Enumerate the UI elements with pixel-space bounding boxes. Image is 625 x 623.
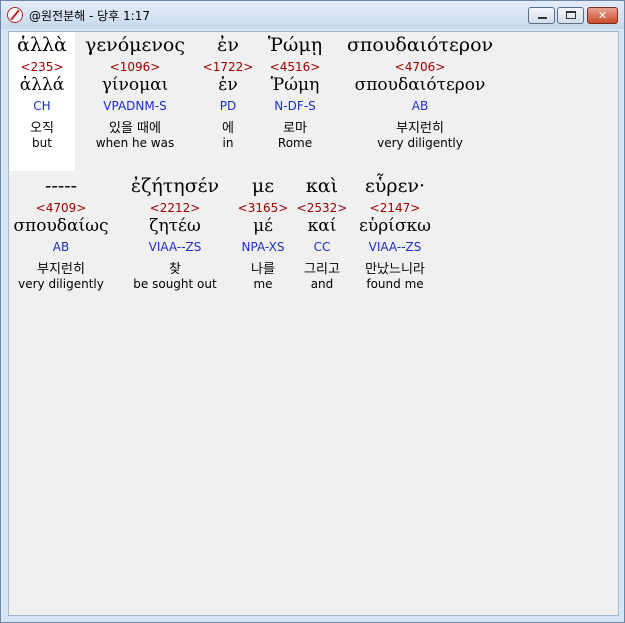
parse-code: N-DF-S — [274, 99, 316, 113]
minimize-icon — [538, 17, 547, 19]
maximize-button[interactable] — [557, 7, 584, 24]
greek-word: ----- — [44, 175, 78, 197]
korean-gloss: 부지런히 — [37, 262, 85, 277]
lemma: μέ — [253, 216, 273, 236]
strong-number: <2212> — [149, 201, 201, 215]
strong-number: <4706> — [394, 60, 446, 74]
korean-gloss: 로마 — [283, 121, 307, 136]
minimize-button[interactable] — [528, 7, 555, 24]
english-gloss: in — [222, 136, 234, 150]
greek-word: με — [251, 175, 275, 197]
lemma: καί — [307, 216, 337, 236]
korean-gloss: 나를 — [251, 262, 275, 277]
english-gloss: very diligently — [18, 277, 104, 291]
strong-number: <235> — [20, 60, 64, 74]
maximize-icon — [566, 11, 576, 19]
korean-gloss: 있을 때에 — [109, 121, 161, 136]
english-gloss: very diligently — [377, 136, 463, 150]
strong-number: <4516> — [269, 60, 321, 74]
close-icon: ✕ — [597, 9, 608, 22]
greek-word: εὗρεν· — [365, 175, 425, 197]
greek-word: Ῥώμῃ — [267, 34, 323, 56]
app-window: @원전분해 - 당후 1:17 ✕ ἀλλὰ <235> ἀλλά CH 오직 … — [0, 0, 625, 623]
strong-number: <1722> — [202, 60, 254, 74]
strong-number: <2147> — [369, 201, 421, 215]
strong-number: <2532> — [296, 201, 348, 215]
lemma: εὑρίσκω — [359, 216, 431, 236]
analysis-panel[interactable]: ἀλλὰ <235> ἀλλά CH 오직 but γενόμενος <109… — [8, 31, 619, 616]
lemma: σπουδαίως — [13, 216, 109, 236]
word-block[interactable]: ἀλλὰ <235> ἀλλά CH 오직 but — [9, 34, 75, 164]
strong-number: <4709> — [35, 201, 87, 215]
korean-gloss: 그리고 — [304, 262, 340, 277]
word-block[interactable]: εὗρεν· <2147> εὑρίσκω VIAA--ZS 만났느니라 fou… — [353, 175, 437, 305]
korean-gloss: 에 — [222, 121, 234, 136]
greek-word: καὶ — [305, 175, 339, 197]
greek-word: σπουδαιότερον — [346, 34, 494, 56]
title-bar[interactable]: @원전분해 - 당후 1:17 ✕ — [1, 1, 624, 29]
parse-code: AB — [411, 99, 429, 113]
word-block[interactable]: γενόμενος <1096> γίνομαι VPADNM-S 있을 때에 … — [77, 34, 193, 164]
parse-code: VIAA--ZS — [148, 240, 202, 254]
english-gloss: but — [32, 136, 52, 150]
word-block[interactable]: σπουδαιότερον <4706> σπουδαιότερον AB 부지… — [337, 34, 503, 164]
word-block[interactable]: καὶ <2532> καί CC 그리고 and — [294, 175, 350, 305]
english-gloss: Rome — [277, 136, 313, 150]
korean-gloss: 오직 — [30, 121, 54, 136]
word-block[interactable]: ἐν <1722> ἐν PD 에 in — [198, 34, 258, 164]
word-block[interactable]: Ῥώμῃ <4516> Ῥώμη N-DF-S 로마 Rome — [260, 34, 330, 164]
parse-code: NPA-XS — [241, 240, 285, 254]
english-gloss: me — [253, 277, 273, 291]
korean-gloss: 부지런히 — [396, 121, 444, 136]
strong-number: <3165> — [237, 201, 289, 215]
parse-code: PD — [219, 99, 237, 113]
parse-code: VPADNM-S — [103, 99, 167, 113]
window-title: @원전분해 - 당후 1:17 — [29, 9, 150, 23]
close-button[interactable]: ✕ — [587, 7, 618, 24]
parse-code: CC — [313, 240, 331, 254]
lemma: ἀλλά — [19, 75, 65, 95]
english-gloss: and — [310, 277, 334, 291]
english-gloss: be sought out — [133, 277, 217, 291]
lemma: γίνομαι — [101, 75, 169, 95]
greek-word: ἐν — [217, 34, 239, 56]
strong-number: <1096> — [109, 60, 161, 74]
lemma: σπουδαιότερον — [354, 75, 486, 95]
lemma: ἐν — [218, 75, 238, 95]
parse-code: AB — [52, 240, 70, 254]
word-block[interactable]: ἐζήτησέν <2212> ζητέω VIAA--ZS 찾 be soug… — [119, 175, 231, 305]
lemma: Ῥώμη — [270, 75, 320, 95]
parse-code: CH — [33, 99, 51, 113]
lemma: ζητέω — [149, 216, 201, 236]
app-icon[interactable] — [7, 7, 23, 23]
greek-word: γενόμενος — [84, 34, 185, 56]
korean-gloss: 만났느니라 — [365, 262, 425, 277]
word-block[interactable]: με <3165> μέ NPA-XS 나를 me — [235, 175, 291, 305]
greek-word: ἐζήτησέν — [130, 175, 220, 197]
greek-word: ἀλλὰ — [17, 34, 67, 56]
korean-gloss: 찾 — [169, 262, 181, 277]
parse-code: VIAA--ZS — [368, 240, 422, 254]
word-block[interactable]: ----- <4709> σπουδαίως AB 부지런히 very dili… — [9, 175, 113, 305]
english-gloss: when he was — [95, 136, 175, 150]
english-gloss: found me — [366, 277, 424, 291]
